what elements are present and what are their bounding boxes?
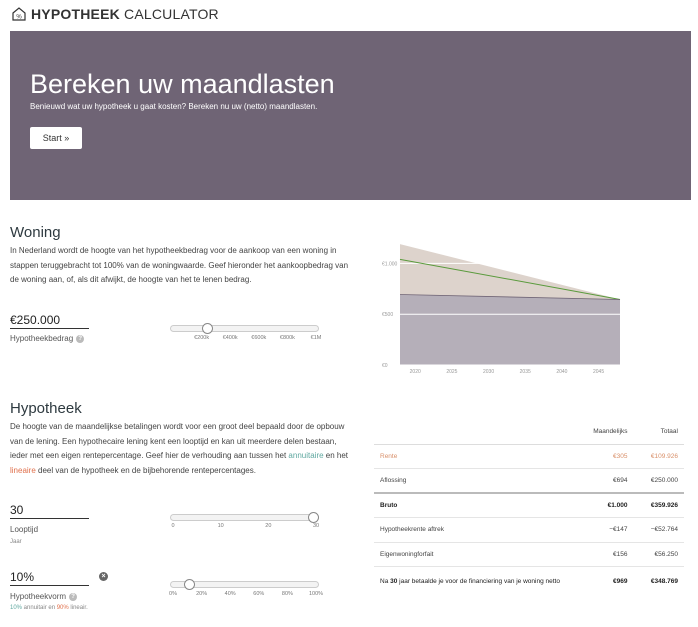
annuitaire-link[interactable]: annuitaire	[288, 451, 323, 460]
x-tick-label: 2025	[446, 369, 457, 375]
col-total: Totaal	[633, 420, 684, 445]
tick-label: €800k	[279, 335, 295, 341]
tick-label: €1M	[310, 335, 322, 341]
y-tick-label: €500	[382, 312, 393, 318]
mortgage-form-label: Hypotheekvorm ?	[10, 592, 78, 601]
term-label: Looptijd	[10, 525, 39, 534]
top-bar: % HYPOTHEEK CALCULATOR	[0, 0, 698, 30]
x-tick-label: 2035	[520, 369, 531, 375]
table-row: Hypotheekrente aftrek −€147 −€52.764	[374, 517, 684, 542]
hypotheek-heading: Hypotheek	[10, 400, 82, 417]
x-tick-label: 2040	[556, 369, 567, 375]
table-row-net: Na 30 jaar betaalde je voor de financier…	[374, 566, 684, 597]
help-icon[interactable]: ?	[76, 334, 85, 343]
hero-banner: Bereken uw maandlasten Benieuwd wat uw h…	[10, 31, 691, 200]
slider-thumb[interactable]	[308, 512, 319, 523]
col-monthly: Maandelijks	[574, 420, 634, 445]
woning-description: In Nederland wordt de hoogte van het hyp…	[10, 246, 349, 284]
tick-label: 0%	[169, 591, 177, 597]
mortgage-amount-slider[interactable]	[170, 323, 319, 334]
slider-thumb[interactable]	[183, 579, 195, 590]
tick-label: 100%	[308, 591, 324, 597]
woning-heading: Woning	[10, 224, 61, 241]
tick-label: €600k	[251, 335, 267, 341]
tick-label: 10	[217, 523, 224, 529]
mortgage-form-split: 10% annuitair en 90% lineair.	[10, 605, 88, 611]
mortgage-form-input[interactable]	[10, 569, 89, 586]
tick-label: 80%	[281, 591, 293, 597]
mortgage-form-slider[interactable]	[170, 579, 319, 590]
mortgage-amount-ticks: €200k €400k €600k €800k €1M	[170, 335, 322, 343]
hero-title: Bereken uw maandlasten	[30, 69, 335, 99]
tick-label: 20%	[196, 591, 208, 597]
term-slider[interactable]	[170, 512, 319, 523]
help-icon[interactable]: ?	[69, 592, 78, 601]
tick-label: 0	[171, 523, 175, 529]
hero-subtitle: Benieuwd wat uw hypotheek u gaat kosten?…	[30, 102, 318, 111]
term-ticks: 0 10 20 30	[170, 523, 319, 531]
mortgage-form-ticks: 0% 20% 40% 60% 80% 100%	[169, 591, 323, 599]
table-row: Eigenwoningforfait €156 €56.250	[374, 541, 684, 567]
lineaire-link[interactable]: lineaire	[10, 466, 36, 475]
term-unit: Jaar	[10, 539, 22, 545]
svg-text:%: %	[16, 15, 22, 21]
start-button[interactable]: Start »	[30, 127, 82, 149]
remove-icon[interactable]: ×	[99, 572, 108, 581]
mortgage-amount-label: Hypotheekbedrag ?	[10, 334, 85, 343]
tick-label: 60%	[253, 591, 265, 597]
logo[interactable]: % HYPOTHEEK CALCULATOR	[11, 6, 219, 22]
table-row: Bruto €1.000 €359.926	[374, 492, 684, 518]
house-percent-icon: %	[12, 7, 26, 21]
x-tick-label: 2030	[483, 369, 494, 375]
payment-chart: €1.000 €500 €0 2020 2025 2030 2035 2040 2045	[382, 244, 621, 375]
brand-name: HYPOTHEEK CALCULATOR	[31, 6, 219, 22]
slider-thumb[interactable]	[201, 323, 213, 334]
tick-label: 20	[265, 523, 272, 529]
tick-label: €200k	[194, 335, 210, 341]
x-tick-label: 2020	[410, 369, 421, 375]
tick-label: 40%	[224, 591, 236, 597]
hypotheek-description: De hoogte van de maandelijkse betalingen…	[10, 422, 349, 475]
table-row: Rente €305 €109.926	[374, 443, 684, 469]
table-row: Aflossing €694 €250.000	[374, 468, 684, 493]
mortgage-amount-input[interactable]	[10, 312, 89, 329]
tick-label: €400k	[222, 335, 238, 341]
term-input[interactable]	[10, 502, 89, 519]
x-tick-label: 2045	[593, 369, 604, 375]
mortgage-amount-label-text: Hypotheekbedrag	[10, 334, 74, 343]
results-table: Maandelijks Totaal Rente €305 €109.926 Afl…	[374, 420, 684, 597]
y-tick-label: €1.000	[382, 261, 398, 267]
y-tick-label: €0	[382, 363, 388, 369]
principal-area	[400, 294, 620, 365]
results-header: Maandelijks Totaal	[374, 420, 684, 445]
mortgage-form-label-text: Hypotheekvorm	[10, 592, 67, 601]
tick-label: 30	[312, 523, 320, 529]
